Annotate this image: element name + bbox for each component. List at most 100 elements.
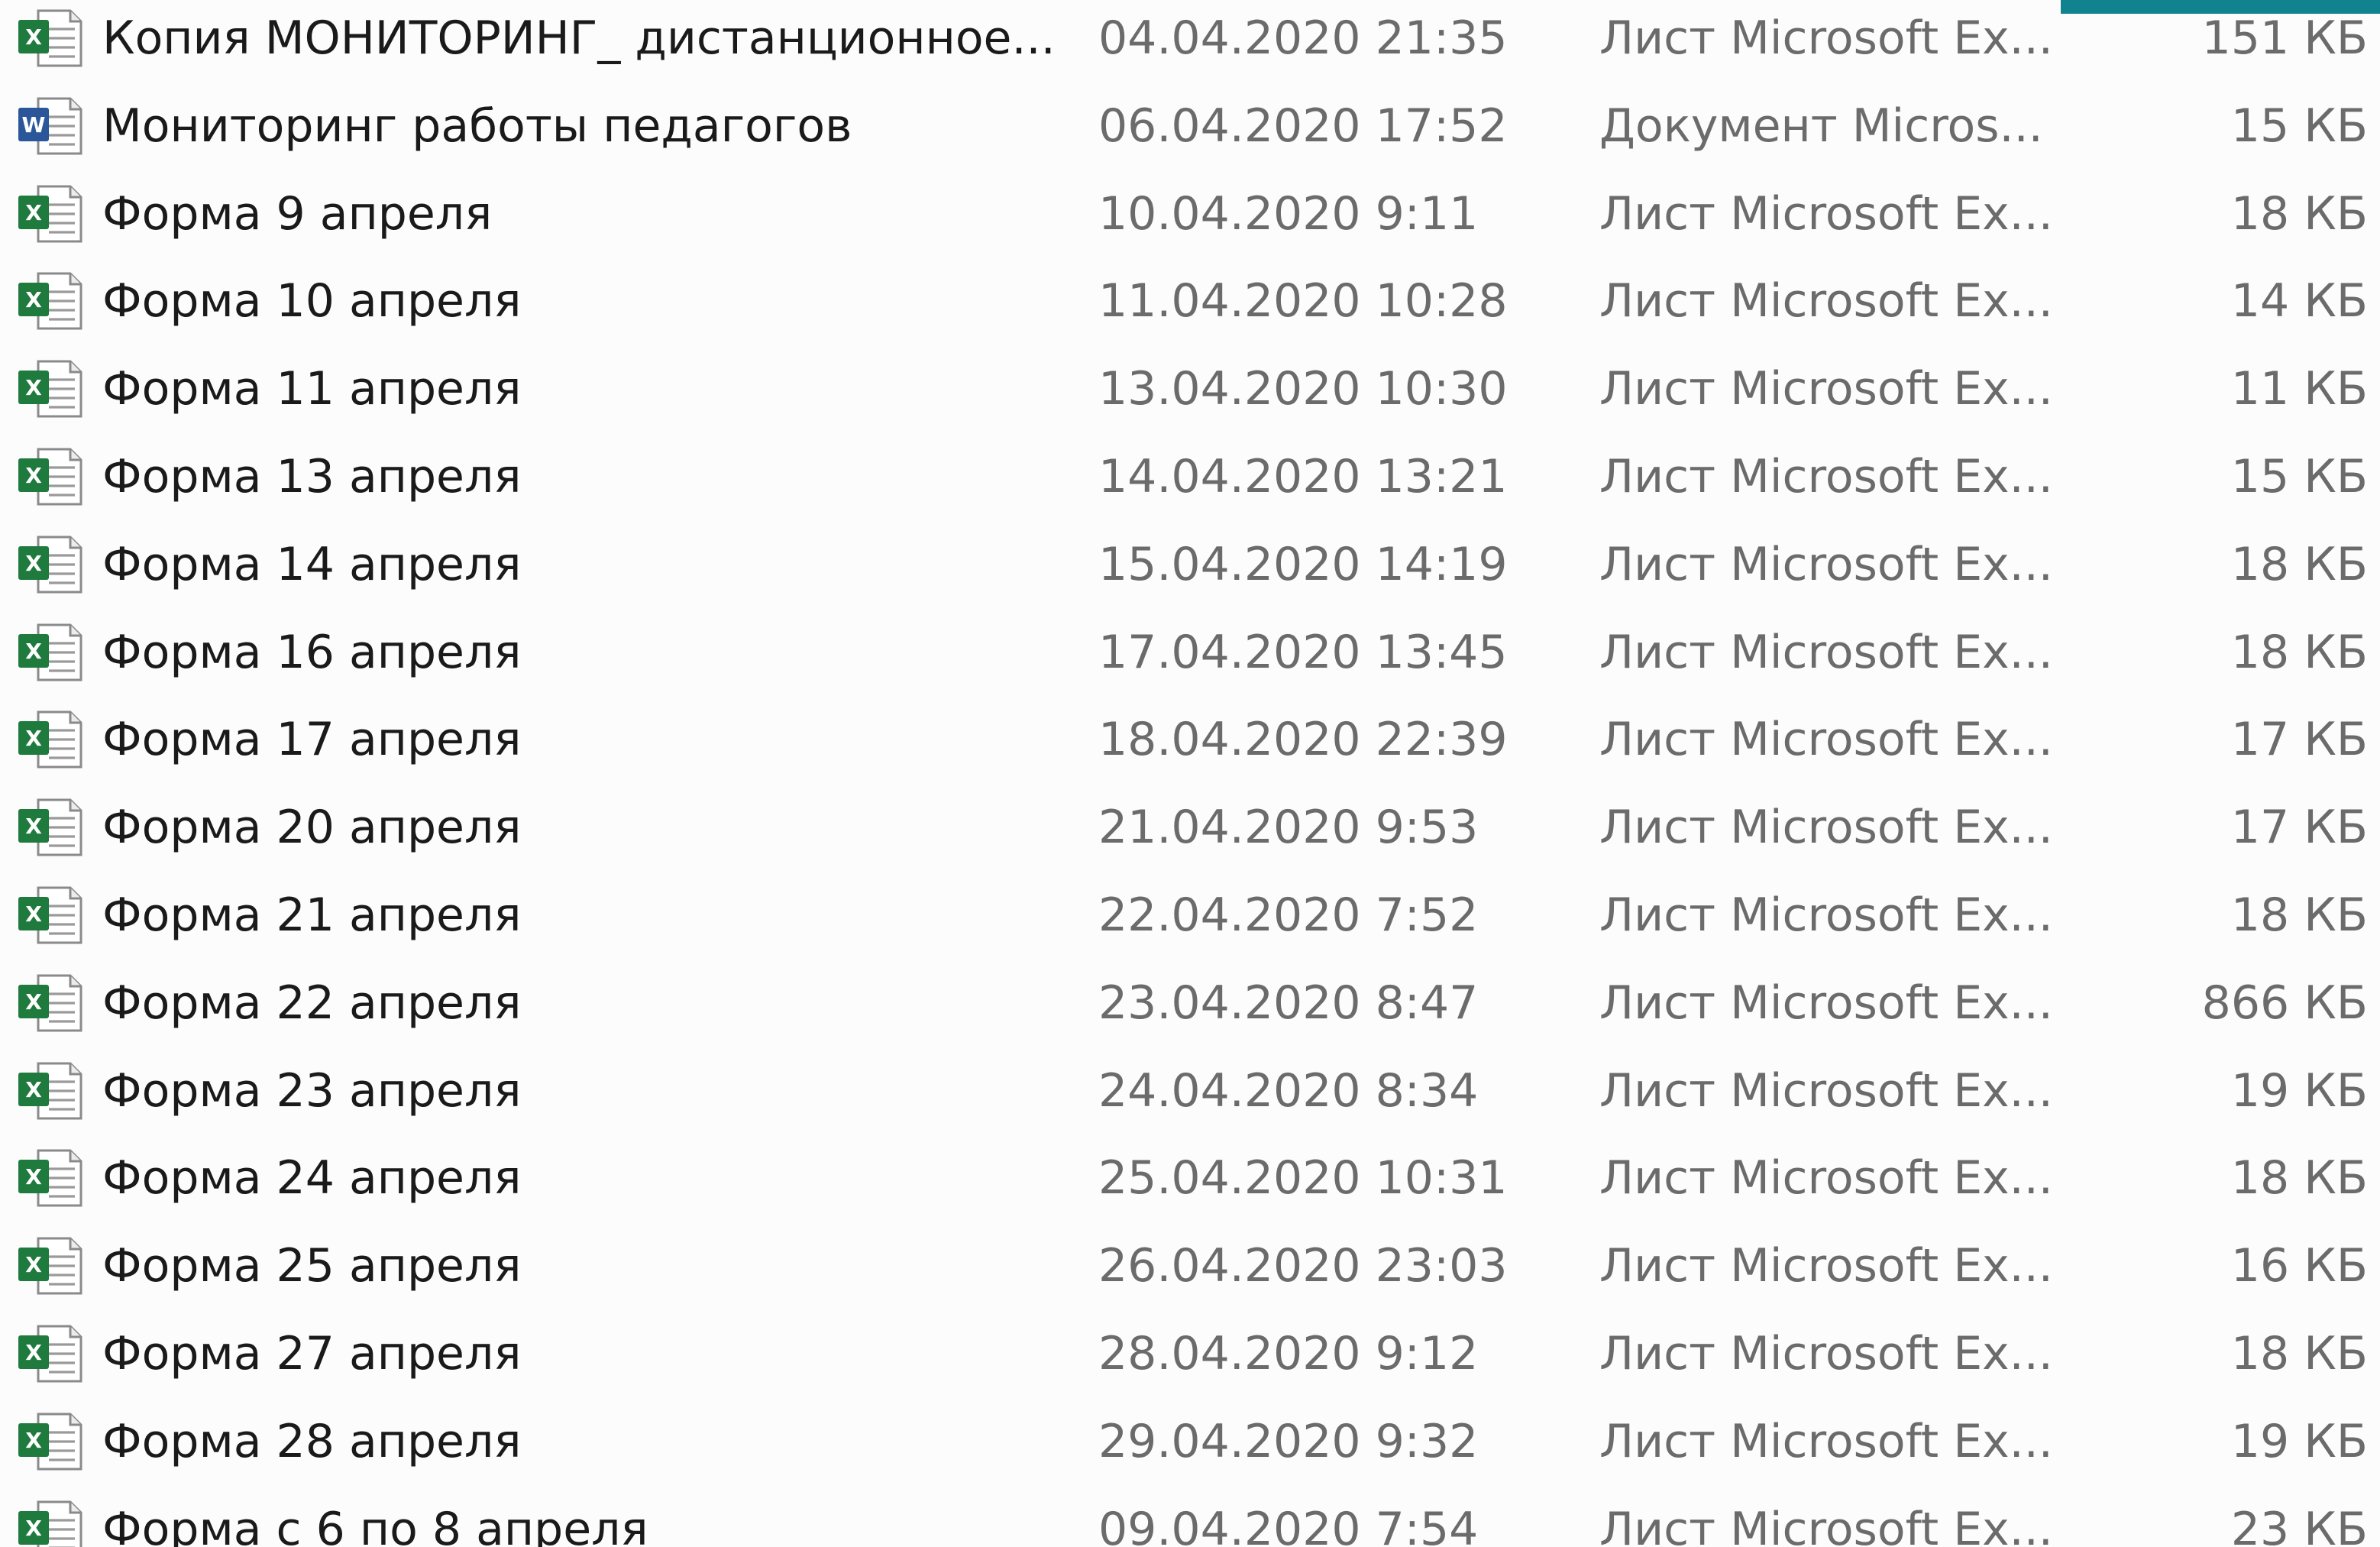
file-date-modified: 06.04.2020 17:52 (1098, 99, 1508, 153)
file-date-modified: 26.04.2020 23:03 (1098, 1239, 1508, 1293)
file-row[interactable]: X Форма 16 апреля 17.04.2020 13:45 Лист Mic… (0, 609, 2380, 696)
file-type: Лист Microsoft Ex... (1599, 888, 2053, 942)
file-name: Форма 14 апреля (102, 537, 522, 591)
file-name: Форма 25 апреля (102, 1239, 522, 1293)
file-size: 19 КБ (2230, 1063, 2368, 1118)
file-date-modified: 25.04.2020 10:31 (1098, 1151, 1508, 1206)
excel-file-icon: X (15, 1146, 86, 1210)
svg-text:X: X (25, 814, 42, 839)
file-row[interactable]: X Форма 22 апреля 23.04.2020 8:47 Лист Micr… (0, 960, 2380, 1047)
svg-text:X: X (25, 989, 42, 1015)
file-name: Форма 13 апреля (102, 450, 522, 503)
file-name: Форма 23 апреля (102, 1063, 522, 1118)
excel-file-icon: X (15, 1059, 86, 1123)
file-row[interactable]: X Форма 10 апреля 11.04.2020 10:28 Лист Mic… (0, 257, 2380, 345)
file-type: Документ Micros... (1599, 99, 2043, 153)
file-row[interactable]: X Форма 28 апреля 29.04.2020 9:32 Лист Micr… (0, 1398, 2380, 1485)
svg-text:X: X (25, 1428, 42, 1453)
file-name: Форма 20 апреля (102, 801, 522, 855)
file-name: Форма 24 апреля (102, 1151, 522, 1206)
file-type: Лист Microsoft Ex... (1599, 362, 2053, 416)
file-type: Лист Microsoft Ex... (1599, 713, 2053, 767)
svg-text:X: X (25, 200, 42, 225)
file-type: Лист Microsoft Ex... (1599, 537, 2053, 591)
file-name: Форма 27 апреля (102, 1327, 522, 1380)
file-type: Лист Microsoft Ex... (1599, 11, 2053, 65)
file-size: 18 КБ (2230, 888, 2368, 942)
file-date-modified: 22.04.2020 7:52 (1098, 888, 1479, 942)
svg-text:X: X (25, 287, 42, 312)
file-name: Форма 16 апреля (102, 625, 522, 679)
file-type: Лист Microsoft Ex... (1599, 1151, 2053, 1206)
excel-file-icon: X (15, 357, 86, 421)
file-size: 17 КБ (2230, 713, 2368, 767)
svg-text:X: X (25, 639, 42, 664)
file-name: Форма 11 апреля (102, 362, 522, 416)
excel-file-icon: X (15, 883, 86, 947)
file-date-modified: 18.04.2020 22:39 (1098, 713, 1508, 767)
file-date-modified: 04.04.2020 21:35 (1098, 11, 1508, 65)
file-date-modified: 11.04.2020 10:28 (1098, 274, 1508, 328)
excel-file-icon: X (15, 620, 86, 684)
file-size: 23 КБ (2230, 1502, 2368, 1547)
file-date-modified: 14.04.2020 13:21 (1098, 450, 1508, 503)
svg-text:X: X (25, 24, 42, 50)
file-size: 11 КБ (2230, 362, 2368, 416)
file-type: Лист Microsoft Ex... (1599, 625, 2053, 679)
svg-text:X: X (25, 1077, 42, 1102)
svg-text:X: X (25, 551, 42, 576)
svg-text:X: X (25, 726, 42, 751)
file-row[interactable]: X Форма с 6 по 8 апреля 09.04.2020 7:54 Лис… (0, 1486, 2380, 1547)
file-type: Лист Microsoft Ex... (1599, 274, 2053, 328)
file-type: Лист Microsoft Ex... (1599, 976, 2053, 1030)
file-name: Мониторинг работы педагогов (102, 99, 852, 153)
file-row[interactable]: X Форма 24 апреля 25.04.2020 10:31 Лист Mic… (0, 1134, 2380, 1222)
file-date-modified: 23.04.2020 8:47 (1098, 976, 1479, 1030)
file-type: Лист Microsoft Ex... (1599, 1239, 2053, 1293)
file-size: 17 КБ (2230, 801, 2368, 855)
svg-text:X: X (25, 1164, 42, 1189)
excel-file-icon: X (15, 1322, 86, 1386)
file-date-modified: 13.04.2020 10:30 (1098, 362, 1508, 416)
file-size: 18 КБ (2230, 625, 2368, 679)
file-row[interactable]: X Форма 9 апреля 10.04.2020 9:11 Лист Micro… (0, 170, 2380, 257)
file-size: 15 КБ (2230, 99, 2368, 153)
file-row[interactable]: X Форма 14 апреля 15.04.2020 14:19 Лист Mic… (0, 521, 2380, 608)
file-size: 18 КБ (2230, 537, 2368, 591)
file-size: 18 КБ (2230, 1151, 2368, 1206)
file-row[interactable]: X Форма 23 апреля 24.04.2020 8:34 Лист Micr… (0, 1047, 2380, 1134)
file-row[interactable]: X Форма 13 апреля 14.04.2020 13:21 Лист Mic… (0, 433, 2380, 520)
svg-text:X: X (25, 375, 42, 400)
file-row[interactable]: W Мониторинг работы педагогов 06.04.2020 1… (0, 83, 2380, 170)
file-size: 866 КБ (2201, 976, 2368, 1030)
excel-file-icon: X (15, 1497, 86, 1547)
file-type: Лист Microsoft Ex... (1599, 1063, 2053, 1118)
svg-text:X: X (25, 901, 42, 927)
file-name: Форма 22 апреля (102, 976, 522, 1030)
file-date-modified: 24.04.2020 8:34 (1098, 1063, 1479, 1118)
excel-file-icon: X (15, 182, 86, 246)
file-row[interactable]: X Форма 27 апреля 28.04.2020 9:12 Лист Micr… (0, 1310, 2380, 1397)
file-size: 151 КБ (2201, 11, 2368, 65)
excel-file-icon: X (15, 269, 86, 333)
file-row[interactable]: X Форма 21 апреля 22.04.2020 7:52 Лист Micr… (0, 872, 2380, 959)
file-size: 16 КБ (2230, 1239, 2368, 1293)
file-name: Форма 9 апреля (102, 186, 493, 241)
svg-text:X: X (25, 1252, 42, 1277)
file-name: Форма 17 апреля (102, 713, 522, 767)
file-type: Лист Microsoft Ex... (1599, 801, 2053, 855)
excel-file-icon: X (15, 1234, 86, 1298)
file-type: Лист Microsoft Ex... (1599, 1327, 2053, 1380)
file-row[interactable]: X Форма 20 апреля 21.04.2020 9:53 Лист Micr… (0, 784, 2380, 871)
excel-file-icon: X (15, 1409, 86, 1474)
file-type: Лист Microsoft Ex... (1599, 186, 2053, 241)
file-row[interactable]: X Форма 17 апреля 18.04.2020 22:39 Лист Mic… (0, 696, 2380, 783)
svg-text:W: W (22, 112, 46, 138)
file-row[interactable]: X Форма 25 апреля 26.04.2020 23:03 Лист Mic… (0, 1222, 2380, 1309)
file-date-modified: 21.04.2020 9:53 (1098, 801, 1479, 855)
file-name: Форма 21 апреля (102, 888, 522, 942)
file-name: Форма 10 апреля (102, 274, 522, 328)
file-row[interactable]: X Форма 11 апреля 13.04.2020 10:30 Лист Mic… (0, 345, 2380, 432)
file-type: Лист Microsoft Ex... (1599, 1414, 2053, 1468)
file-row[interactable]: X Копия МОНИТОРИНГ_ дистанционное... 04.04… (0, 0, 2380, 82)
